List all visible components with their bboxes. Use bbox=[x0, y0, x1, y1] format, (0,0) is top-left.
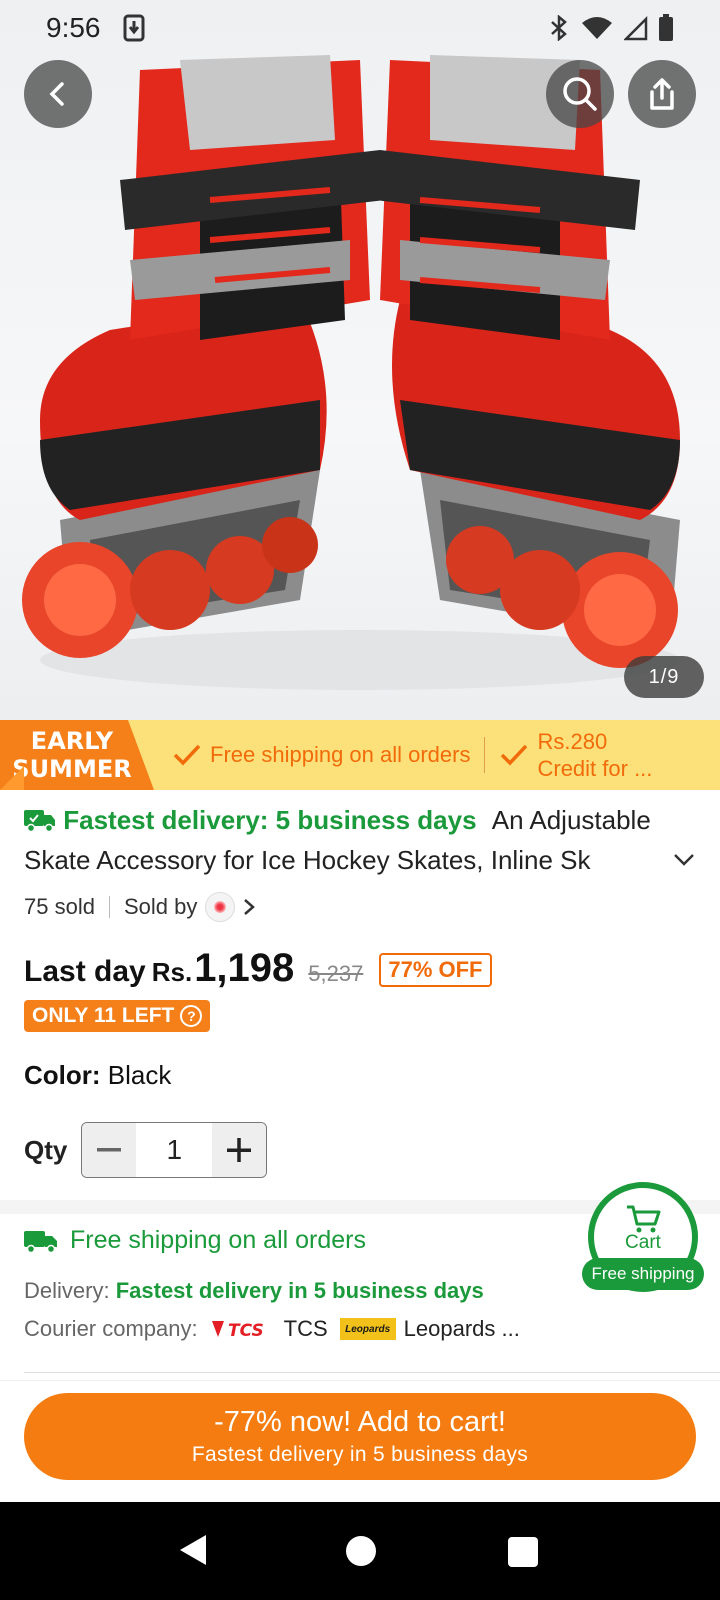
leopards-logo: Leopards bbox=[339, 1318, 396, 1340]
nav-home-icon[interactable] bbox=[346, 1536, 376, 1566]
product-title[interactable]: Fastest delivery: 5 business days An Adj… bbox=[24, 800, 684, 880]
delivery-row: Delivery: Fastest delivery in 5 business… bbox=[24, 1278, 484, 1303]
title-text-1: An Adjustable bbox=[491, 805, 651, 835]
color-label: Color: bbox=[24, 1060, 101, 1090]
store-logo[interactable] bbox=[205, 892, 236, 922]
cta-sub-text: Fastest delivery in 5 business days bbox=[191, 1443, 529, 1466]
credit-amount: Rs.280 bbox=[537, 729, 608, 754]
plus-icon bbox=[227, 1138, 252, 1162]
quantity-stepper: 1 bbox=[81, 1122, 268, 1178]
nav-back-icon[interactable] bbox=[178, 1533, 208, 1567]
cart-label: Cart bbox=[625, 1232, 661, 1253]
share-icon bbox=[650, 78, 674, 110]
help-icon: ? bbox=[180, 1005, 203, 1027]
badge-line2: SUMMER bbox=[12, 755, 132, 783]
chevron-down-icon[interactable] bbox=[672, 852, 696, 868]
status-time: 9:56 bbox=[46, 12, 101, 43]
wifi-icon bbox=[582, 17, 612, 39]
promo-free-shipping: Free shipping on all orders bbox=[172, 742, 470, 768]
share-button[interactable] bbox=[628, 60, 696, 128]
sold-row[interactable]: 75 sold Sold by bbox=[24, 892, 257, 922]
product-image[interactable]: 9:56 1/9 bbox=[0, 0, 720, 720]
battery-icon bbox=[659, 14, 673, 41]
delivery-truck-icon bbox=[24, 1230, 57, 1253]
chevron-right-icon bbox=[244, 899, 256, 915]
free-shipping-row[interactable]: Free shipping on all orders bbox=[24, 1226, 366, 1255]
free-shipping-title: Free shipping on all orders bbox=[70, 1226, 366, 1254]
early-summer-badge: EARLY SUMMER bbox=[0, 720, 154, 790]
image-counter: 1/9 bbox=[624, 656, 704, 698]
currency: Rs. bbox=[151, 957, 193, 987]
quantity-row: Qty 1 bbox=[24, 1122, 268, 1178]
sold-by-label: Sold by bbox=[123, 894, 198, 919]
delivery-truck-icon bbox=[24, 810, 55, 833]
quantity-value[interactable]: 1 bbox=[136, 1123, 212, 1177]
courier-tcs: TCS bbox=[283, 1316, 328, 1341]
sold-count: 75 sold bbox=[24, 894, 95, 919]
tcs-logo: TCS bbox=[211, 1321, 264, 1341]
credit-text: Credit for ... bbox=[537, 756, 653, 781]
minus-icon bbox=[97, 1148, 122, 1152]
download-status-icon bbox=[123, 14, 144, 42]
svg-text:TCS: TCS bbox=[228, 1321, 264, 1341]
last-day-label: Last day bbox=[24, 955, 146, 988]
promo-divider bbox=[484, 737, 486, 773]
title-text-2: Skate Accessory for Ice Hockey Skates, I… bbox=[24, 845, 591, 875]
delivery-value: Fastest delivery in 5 business days bbox=[115, 1278, 484, 1303]
cta-main-text: -77% now! Add to cart! bbox=[214, 1406, 506, 1438]
courier-row[interactable]: Courier company: TCS TCS Leopards Leopar… bbox=[24, 1316, 520, 1342]
check-icon bbox=[173, 744, 201, 766]
search-icon bbox=[563, 77, 597, 111]
cart-free-shipping-pill: Free shipping bbox=[582, 1258, 704, 1290]
back-button[interactable] bbox=[24, 60, 92, 128]
chevron-left-icon bbox=[49, 82, 64, 106]
badge-line1: EARLY bbox=[30, 727, 114, 755]
courier-leopards: Leopards ... bbox=[403, 1316, 520, 1341]
price: 1,198 bbox=[194, 946, 295, 990]
skates-illustration bbox=[22, 55, 680, 690]
cart-icon bbox=[627, 1205, 661, 1233]
stock-badge[interactable]: ONLY 11 LEFT ? bbox=[24, 1000, 211, 1032]
color-value: Black bbox=[107, 1060, 172, 1090]
promo-banner[interactable]: EARLY SUMMER Free shipping on all orders… bbox=[0, 720, 720, 790]
bluetooth-icon bbox=[551, 15, 567, 41]
color-row[interactable]: Color: Black bbox=[24, 1060, 171, 1091]
courier-label: Courier company: bbox=[24, 1316, 198, 1341]
original-price: 5,237 bbox=[308, 961, 364, 986]
qty-label: Qty bbox=[24, 1134, 68, 1165]
price-row: Last day Rs. 1,198 5,237 77% OFF bbox=[24, 946, 492, 991]
status-bar: 9:56 bbox=[0, 0, 720, 56]
nav-recents-icon[interactable] bbox=[508, 1537, 538, 1567]
discount-badge: 77% OFF bbox=[379, 953, 492, 987]
add-to-cart-button[interactable]: -77% now! Add to cart! Fastest delivery … bbox=[24, 1393, 696, 1480]
signal-icon bbox=[624, 15, 648, 41]
promo-credit: Rs.280 Credit for ... bbox=[499, 728, 652, 782]
separator bbox=[108, 896, 110, 918]
increase-button[interactable] bbox=[212, 1123, 267, 1177]
divider bbox=[24, 1372, 720, 1373]
decrease-button[interactable] bbox=[82, 1123, 137, 1177]
check-icon bbox=[501, 744, 528, 766]
fast-delivery-highlight: Fastest delivery: 5 business days bbox=[63, 805, 477, 835]
search-button[interactable] bbox=[546, 60, 614, 128]
